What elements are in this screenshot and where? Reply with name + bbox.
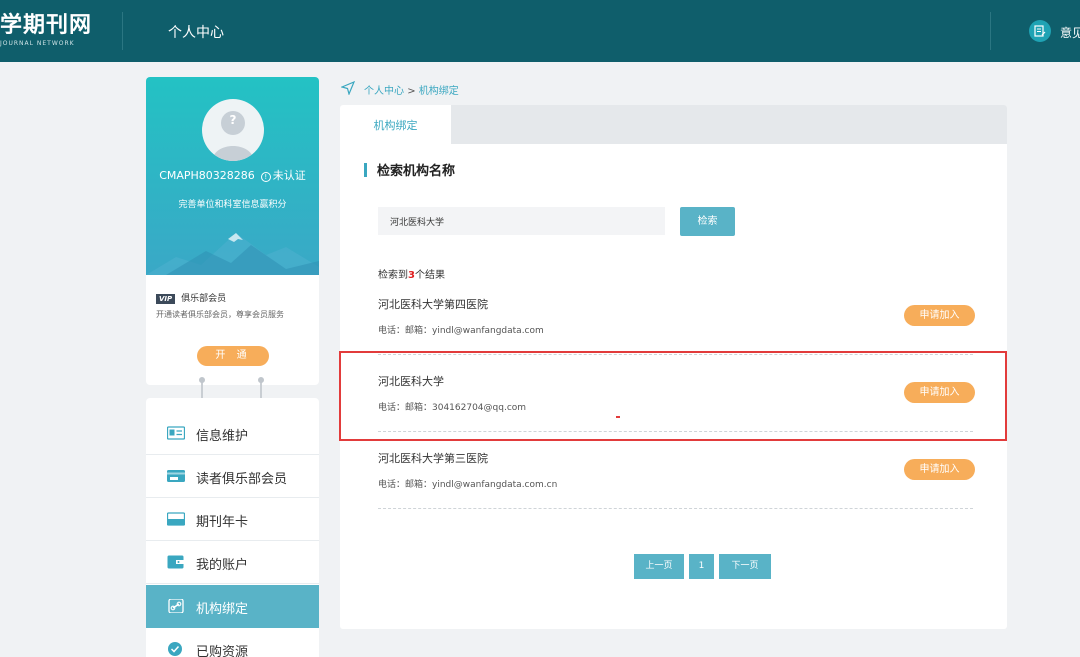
main-panel: 机构绑定 检索机构名称 检索 检索到3个结果 河北医科大学第四医院 电话：邮箱：…	[340, 105, 1007, 629]
vip-badge: VIP	[156, 294, 176, 304]
result-contact: 电话：邮箱：yindl@wanfangdata.com	[378, 326, 544, 336]
result-name: 河北医科大学第三医院	[378, 452, 488, 465]
connector-dot	[199, 377, 205, 383]
sidebar-item-institution-binding[interactable]: 机构绑定	[146, 585, 319, 628]
id-card-icon	[167, 426, 185, 440]
sidebar-item-annual-card[interactable]: 期刊年卡	[146, 498, 319, 541]
annotation-mark	[616, 416, 620, 418]
vip-row: VIP 俱乐部会员	[156, 291, 226, 304]
username: CMAPH80328286	[159, 169, 255, 182]
apply-join-button[interactable]: 申请加入	[904, 382, 975, 403]
link-icon	[168, 599, 184, 613]
sidebar-item-vip[interactable]: 读者俱乐部会员	[146, 455, 319, 498]
vip-card-icon	[167, 470, 185, 482]
default-avatar-icon	[212, 111, 254, 161]
header-divider	[122, 12, 123, 50]
avatar[interactable]: ?	[202, 99, 264, 161]
sidebar-menu: 信息维护 读者俱乐部会员 期刊年卡 我的账户 机构绑定 已购资源	[146, 398, 319, 657]
sidebar-item-label: 期刊年卡	[196, 515, 249, 530]
breadcrumb-separator: >	[407, 86, 416, 97]
username-row: CMAPH80328286! 未认证	[146, 167, 319, 183]
result-name: 河北医科大学第四医院	[378, 298, 488, 311]
wallet-icon	[167, 555, 184, 569]
check-circle-icon	[168, 642, 182, 656]
header-divider-right	[990, 12, 991, 50]
result-contact: 电话：邮箱：yindl@wanfangdata.com.cn	[378, 480, 558, 490]
pagination-next-button[interactable]: 下一页	[719, 554, 771, 579]
result-item: 河北医科大学 电话：邮箱：304162704@qq.com 申请加入	[378, 355, 975, 432]
profile-banner: ? CMAPH80328286! 未认证 完善单位和科室信息赢积分	[146, 77, 319, 275]
pagination-page-1[interactable]: 1	[689, 554, 714, 579]
sidebar-item-label: 信息维护	[196, 429, 249, 444]
header-page-title[interactable]: 个人中心	[168, 22, 224, 42]
result-item: 河北医科大学第四医院 电话：邮箱：yindl@wanfangdata.com 申…	[378, 278, 975, 355]
verify-status[interactable]: 未认证	[273, 169, 306, 182]
section-accent-bar	[364, 163, 367, 177]
site-logo-subtitle: JOURNAL NETWORK	[0, 40, 75, 47]
edit-note-icon	[1034, 25, 1046, 37]
top-header: 学期刊网 JOURNAL NETWORK 个人中心 意见	[0, 0, 1080, 62]
apply-join-button[interactable]: 申请加入	[904, 305, 975, 326]
open-vip-button[interactable]: 开 通	[197, 346, 269, 366]
apply-join-button[interactable]: 申请加入	[904, 459, 975, 480]
sidebar-item-label: 读者俱乐部会员	[196, 472, 288, 487]
tab-bar: 机构绑定	[340, 105, 1007, 144]
avatar-placeholder-glyph: ?	[229, 113, 237, 127]
search-button[interactable]: 检索	[680, 207, 735, 236]
feedback-icon[interactable]	[1029, 20, 1051, 42]
feedback-link[interactable]: 意见	[1060, 24, 1080, 41]
tab-institution-binding[interactable]: 机构绑定	[340, 105, 451, 144]
sidebar-item-account[interactable]: 我的账户	[146, 541, 319, 584]
sidebar-item-label: 我的账户	[196, 558, 249, 573]
navigation-arrow-icon	[341, 81, 355, 95]
connector-dot	[258, 377, 264, 383]
sidebar-item-purchased[interactable]: 已购资源	[146, 628, 319, 657]
mountain-illustration	[146, 233, 319, 275]
info-circle-icon: !	[260, 172, 271, 182]
sidebar-item-info[interactable]: 信息维护	[146, 412, 319, 455]
institution-search-input[interactable]	[378, 207, 665, 235]
profile-card: ? CMAPH80328286! 未认证 完善单位和科室信息赢积分 VIP 俱乐部会…	[146, 77, 319, 385]
sidebar-item-label: 已购资源	[196, 645, 249, 657]
section-title: 检索机构名称	[377, 164, 456, 179]
sidebar-item-label: 机构绑定	[196, 602, 249, 617]
card-icon	[167, 512, 185, 526]
profile-completion-hint[interactable]: 完善单位和科室信息赢积分	[146, 197, 319, 210]
site-logo[interactable]: 学期刊网	[0, 14, 92, 38]
breadcrumb: 个人中心 > 机构绑定	[364, 82, 459, 97]
pagination-prev-button[interactable]: 上一页	[634, 554, 684, 579]
vip-title: 俱乐部会员	[181, 294, 227, 304]
breadcrumb-home-link[interactable]: 个人中心	[364, 86, 404, 97]
vip-description: 开通读者俱乐部会员，尊享会员服务	[156, 310, 284, 319]
result-contact: 电话：邮箱：304162704@qq.com	[378, 403, 527, 413]
result-name: 河北医科大学	[378, 375, 444, 388]
breadcrumb-current: 机构绑定	[418, 86, 459, 97]
result-item: 河北医科大学第三医院 电话：邮箱：yindl@wanfangdata.com.c…	[378, 432, 975, 509]
